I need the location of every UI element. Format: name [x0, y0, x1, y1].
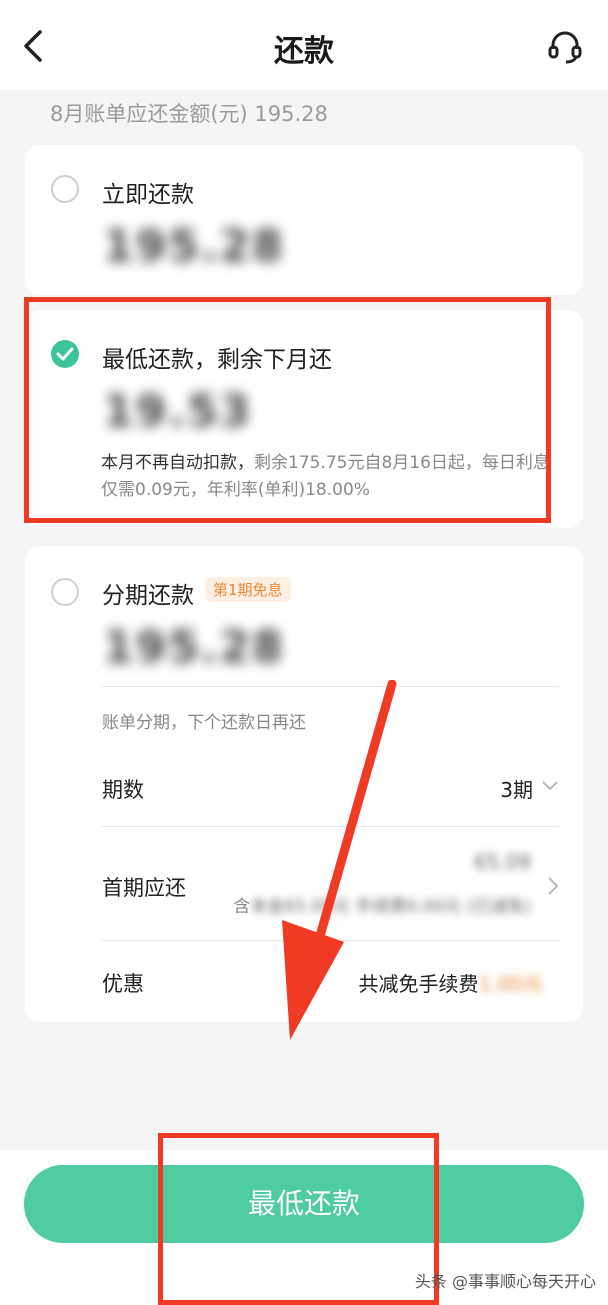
chevron-down-icon[interactable] [541, 780, 559, 792]
watermark: 头条 @事事顺心每天开心 [414, 1272, 596, 1291]
option-title: 立即还款 [102, 182, 194, 208]
first-payment-label: 首期应还 [102, 876, 186, 900]
page-title: 还款 [274, 34, 334, 69]
first-payment-prefix: 含 [233, 897, 251, 917]
customer-service-icon[interactable] [546, 28, 584, 66]
option-title: 分期还款 [102, 583, 194, 609]
chevron-right-icon[interactable] [547, 876, 559, 896]
amount-value: 195.28 [103, 221, 285, 272]
first-payment-amount: 65.09 [473, 850, 531, 874]
periods-value[interactable]: 3期 [500, 774, 533, 803]
radio-pay-now[interactable] [51, 175, 79, 203]
annotation-box-minimum [24, 297, 551, 523]
annotation-box-button [158, 1133, 439, 1305]
discount-label: 优惠 [102, 972, 144, 996]
amount-value: 195.28 [103, 622, 285, 673]
top-nav-bar: 还款 [0, 0, 608, 90]
interest-free-tag: 第1期免息 [205, 577, 291, 602]
radio-installment[interactable] [51, 578, 79, 606]
discount-amount: 1.00元 [478, 972, 543, 996]
bill-summary: 8月账单应还金额(元) 195.28 [50, 102, 328, 126]
option-pay-now[interactable]: 立即还款 195.28 [25, 145, 583, 295]
periods-label: 期数 [102, 778, 144, 802]
annotation-arrow-icon [282, 680, 397, 1040]
